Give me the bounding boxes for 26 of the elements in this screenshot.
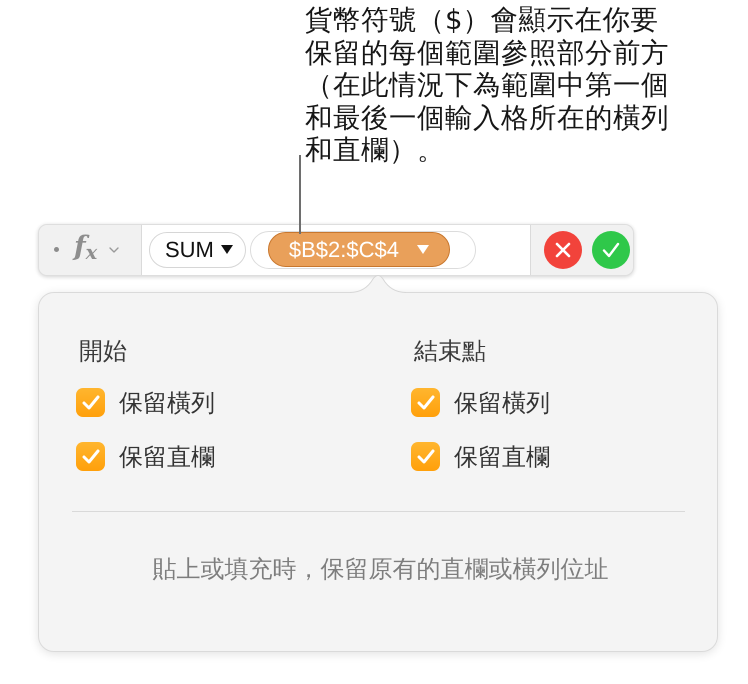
checkmark-icon: [82, 449, 100, 464]
confirm-button[interactable]: [592, 230, 630, 268]
caret-icon: [220, 245, 233, 254]
checkbox[interactable]: [76, 442, 105, 471]
cancel-button[interactable]: [544, 230, 582, 268]
checkbox[interactable]: [411, 388, 440, 417]
caret-icon: [416, 245, 429, 254]
checkbox[interactable]: [76, 388, 105, 417]
checkbox[interactable]: [411, 442, 440, 471]
dot-icon[interactable]: [54, 247, 59, 252]
close-icon: [555, 242, 571, 258]
formula-field[interactable]: SUM $B$2:$C$4: [141, 224, 531, 274]
column-heading: 結束點: [414, 336, 486, 366]
checkbox-label[interactable]: 保留橫列: [119, 388, 215, 418]
checkbox-label[interactable]: 保留直欄: [119, 442, 215, 472]
checkbox-label[interactable]: 保留直欄: [454, 442, 550, 472]
function-token[interactable]: SUM: [149, 232, 246, 268]
checkmark-icon: [416, 449, 434, 464]
checkmark-icon: [416, 395, 434, 410]
checkmark-icon: [602, 242, 620, 258]
checkmark-icon: [82, 395, 100, 410]
checkbox-label[interactable]: 保留橫列: [454, 388, 550, 418]
callout-text: 貨幣符號（$）會顯示在你要保留的每個範圍參照部分前方（在此情況下為範圍中第一個和最後一個輸入格所在的橫列和直欄）。: [305, 3, 670, 166]
column-heading: 開始: [79, 336, 127, 366]
chevron-down-icon[interactable]: [109, 246, 120, 252]
hint-text: 貼上或填充時，保留原有的直欄或橫列位址: [152, 554, 610, 584]
